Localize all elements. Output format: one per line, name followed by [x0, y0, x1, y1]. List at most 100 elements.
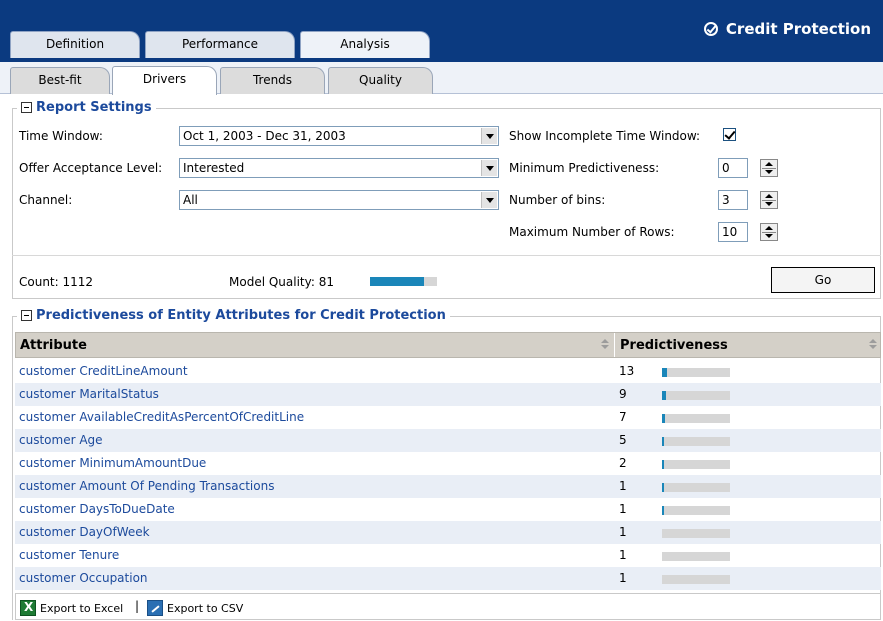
bins-stepper[interactable]: 3 — [718, 190, 788, 210]
model-quality-bar — [370, 277, 437, 286]
predictiveness-title: Predictiveness of Entity Attributes for … — [36, 308, 446, 323]
subtab-trends-label: Trends — [252, 73, 293, 87]
acceptance-label: Offer Acceptance Level: — [19, 161, 163, 175]
show-incomplete-label: Show Incomplete Time Window: — [509, 129, 701, 143]
predictiveness-bar-fill — [662, 414, 665, 423]
separator: | — [135, 599, 140, 613]
max-rows-stepper[interactable]: 10 — [718, 222, 788, 242]
max-rows-value[interactable]: 10 — [718, 222, 748, 242]
attribute-link[interactable]: customer DayOfWeek — [19, 525, 150, 539]
app-header: Credit Protection Definition Performance… — [0, 0, 883, 62]
table-row: customer AvailableCreditAsPercentOfCredi… — [15, 406, 881, 429]
tab-definition[interactable]: Definition — [10, 31, 140, 58]
predictiveness-value: 1 — [619, 525, 627, 539]
table-row: customer Amount Of Pending Transactions 1 — [15, 475, 881, 498]
collapse-icon[interactable] — [21, 310, 32, 321]
subtab-trends[interactable]: Trends — [220, 67, 325, 94]
subtab-quality[interactable]: Quality — [328, 67, 433, 94]
bins-value[interactable]: 3 — [718, 190, 748, 210]
collapse-icon[interactable] — [21, 102, 32, 113]
tab-performance[interactable]: Performance — [145, 31, 295, 58]
min-predictiveness-stepper[interactable]: 0 — [718, 158, 788, 178]
table-row: customer Occupation 1 — [15, 567, 881, 590]
predictiveness-bar — [662, 414, 730, 423]
attribute-link[interactable]: customer Occupation — [19, 571, 148, 585]
csv-icon — [147, 600, 163, 616]
export-toolbar: Export to Excel | Export to CSV — [15, 593, 881, 620]
sort-icon[interactable] — [869, 339, 877, 351]
attribute-link[interactable]: customer Amount Of Pending Transactions — [19, 479, 274, 493]
table-header: Attribute Predictiveness — [15, 332, 881, 358]
stepper-arrows-icon[interactable] — [760, 159, 778, 177]
predictiveness-value: 9 — [619, 387, 627, 401]
acceptance-select[interactable]: Interested — [179, 158, 499, 178]
predictiveness-header[interactable]: Predictiveness of Entity Attributes for … — [17, 308, 450, 323]
predictiveness-bar-fill — [662, 368, 667, 377]
predictiveness-bar-fill — [662, 506, 664, 515]
column-header-predictiveness[interactable]: Predictiveness — [620, 338, 728, 353]
max-rows-label: Maximum Number of Rows: — [509, 225, 675, 239]
acceptance-value: Interested — [183, 161, 245, 175]
export-excel-button[interactable]: Export to Excel — [20, 598, 123, 618]
predictiveness-bar — [662, 575, 730, 584]
predictiveness-bar-fill — [662, 460, 664, 469]
subtab-best-fit[interactable]: Best-fit — [10, 67, 110, 94]
subtab-drivers[interactable]: Drivers — [112, 66, 217, 95]
channel-label: Channel: — [19, 193, 73, 207]
brand: Credit Protection — [703, 20, 871, 38]
app-title: Credit Protection — [725, 20, 871, 38]
attribute-link[interactable]: customer DaysToDueDate — [19, 502, 175, 516]
report-settings-title: Report Settings — [36, 100, 152, 115]
count-label: Count: 1112 — [19, 275, 94, 289]
time-window-value: Oct 1, 2003 - Dec 31, 2003 — [183, 129, 346, 143]
predictiveness-bar-fill — [662, 483, 664, 492]
tab-analysis-label: Analysis — [340, 37, 390, 51]
model-quality-label: Model Quality: 81 — [229, 275, 334, 289]
channel-select[interactable]: All — [179, 190, 499, 210]
tab-analysis[interactable]: Analysis — [300, 31, 430, 58]
checkmark-circle-icon — [703, 22, 718, 36]
table-row: customer CreditLineAmount 13 — [15, 360, 881, 383]
stepper-arrows-icon[interactable] — [760, 191, 778, 209]
tab-definition-label: Definition — [45, 37, 105, 51]
min-predictiveness-value[interactable]: 0 — [718, 158, 748, 178]
stepper-arrows-icon[interactable] — [760, 223, 778, 241]
predictiveness-bar — [662, 437, 730, 446]
predictiveness-value: 5 — [619, 433, 627, 447]
table-row: customer DaysToDueDate 1 — [15, 498, 881, 521]
attribute-link[interactable]: customer MaritalStatus — [19, 387, 159, 401]
attribute-link[interactable]: customer AvailableCreditAsPercentOfCredi… — [19, 410, 304, 424]
column-divider[interactable] — [614, 333, 615, 357]
predictiveness-bar — [662, 460, 730, 469]
predictiveness-value: 2 — [619, 456, 627, 470]
export-csv-button[interactable]: Export to CSV — [147, 598, 243, 618]
subtab-drivers-label: Drivers — [142, 72, 187, 86]
predictiveness-value: 1 — [619, 571, 627, 585]
channel-value: All — [183, 193, 198, 207]
predictiveness-bar — [662, 529, 730, 538]
chevron-down-icon[interactable] — [481, 128, 497, 144]
show-incomplete-checkbox[interactable] — [723, 128, 736, 141]
chevron-down-icon[interactable] — [481, 160, 497, 176]
time-window-label: Time Window: — [19, 129, 103, 143]
column-header-attribute[interactable]: Attribute — [20, 338, 87, 353]
subtab-quality-label: Quality — [359, 73, 402, 87]
chevron-down-icon[interactable] — [481, 192, 497, 208]
sort-icon[interactable] — [601, 339, 609, 351]
attribute-link[interactable]: customer CreditLineAmount — [19, 364, 188, 378]
predictiveness-value: 13 — [619, 364, 635, 378]
sub-tabs-bar: Best-fit Drivers Trends Quality — [0, 62, 883, 95]
table-row: customer MaritalStatus 9 — [15, 383, 881, 406]
predictiveness-value: 1 — [619, 548, 627, 562]
table-row: customer Age 5 — [15, 429, 881, 452]
attribute-link[interactable]: customer MinimumAmountDue — [19, 456, 206, 470]
subtab-best-fit-label: Best-fit — [38, 73, 82, 87]
attribute-link[interactable]: customer Tenure — [19, 548, 119, 562]
go-button[interactable]: Go — [771, 267, 875, 293]
table-row: customer DayOfWeek 1 — [15, 521, 881, 544]
report-settings-header[interactable]: Report Settings — [17, 100, 156, 115]
bins-label: Number of bins: — [509, 193, 606, 207]
predictiveness-value: 1 — [619, 479, 627, 493]
time-window-select[interactable]: Oct 1, 2003 - Dec 31, 2003 — [179, 126, 499, 146]
attribute-link[interactable]: customer Age — [19, 433, 103, 447]
